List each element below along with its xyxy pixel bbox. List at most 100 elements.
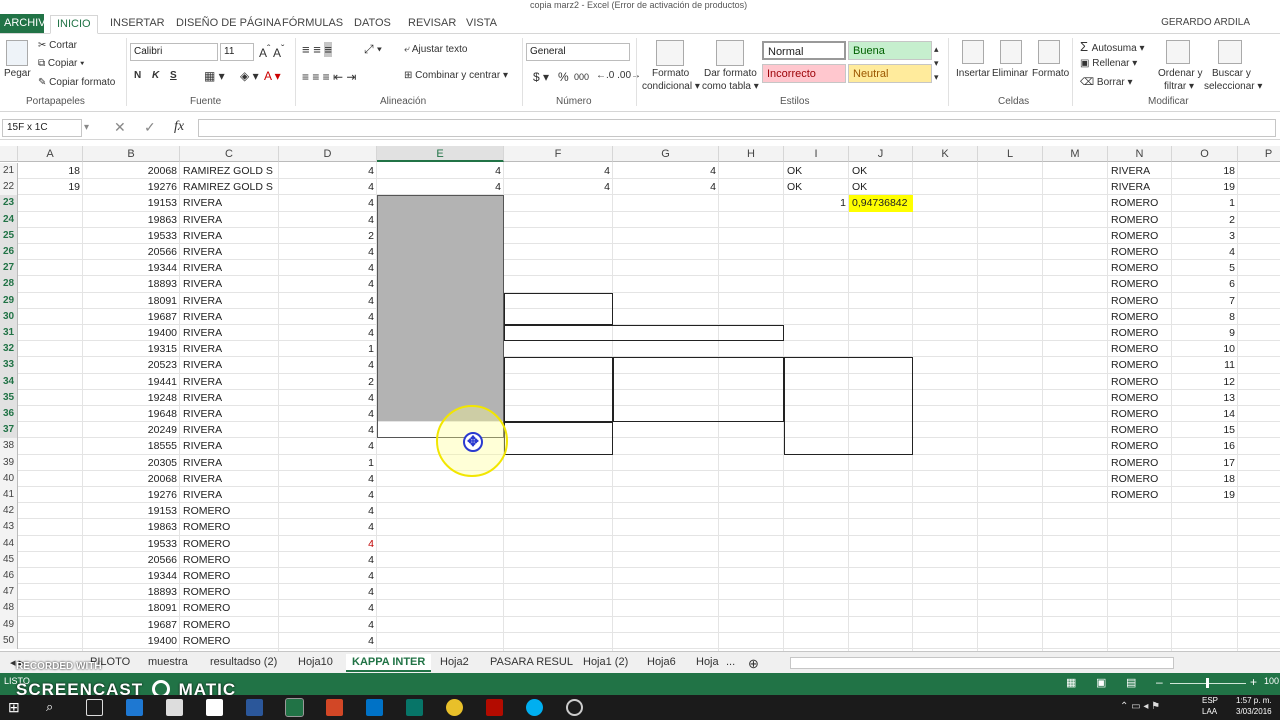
row-header-42[interactable]: 42 (0, 503, 18, 520)
row-header-44[interactable]: 44 (0, 535, 18, 552)
windows-start-icon[interactable]: ⊞ (8, 699, 25, 716)
column-header-g[interactable]: G (613, 146, 719, 162)
column-header-c[interactable]: C (180, 146, 279, 162)
cell-b26[interactable]: 20566 (83, 244, 180, 260)
conditional-format-label[interactable]: condicional ▾ (642, 81, 700, 92)
cell-n24[interactable]: ROMERO (1108, 212, 1172, 228)
tray-icons[interactable]: ⌃ ▭ ◂ ⚑ (1120, 701, 1160, 712)
zoom-out-icon[interactable]: – (1156, 675, 1163, 689)
cell-o37[interactable]: 15 (1172, 422, 1238, 438)
task-view-icon[interactable] (86, 699, 103, 716)
tab-inicio[interactable]: INICIO (50, 15, 98, 34)
cell-f21[interactable]: 4 (504, 163, 613, 179)
cell-c41[interactable]: RIVERA (180, 487, 279, 503)
sort-filter-button[interactable]: Ordenar y (1158, 68, 1202, 79)
cell-b41[interactable]: 19276 (83, 487, 180, 503)
cell-n35[interactable]: ROMERO (1108, 390, 1172, 406)
cell-b37[interactable]: 20249 (83, 422, 180, 438)
currency-button[interactable]: $ ▾ (533, 70, 549, 84)
row-header-46[interactable]: 46 (0, 568, 18, 585)
screencast-icon[interactable] (566, 699, 583, 716)
cell-a22[interactable]: 19 (18, 179, 83, 195)
cell-c48[interactable]: ROMERO (180, 600, 279, 616)
cell-c32[interactable]: RIVERA (180, 341, 279, 357)
cell-b25[interactable]: 19533 (83, 228, 180, 244)
copy-button[interactable]: ⧉ Copiar ▾ (38, 58, 84, 69)
delete-cells-icon[interactable] (1000, 40, 1022, 64)
tab-formulas[interactable]: FÓRMULAS (276, 15, 349, 34)
cell-c30[interactable]: RIVERA (180, 309, 279, 325)
store-icon[interactable] (166, 699, 183, 716)
column-header-k[interactable]: K (913, 146, 978, 162)
style-bad[interactable]: Incorrecto (762, 64, 846, 83)
cell-o41[interactable]: 19 (1172, 487, 1238, 503)
row-header-47[interactable]: 47 (0, 584, 18, 601)
cell-d46[interactable]: 4 (279, 568, 377, 584)
cell-n33[interactable]: ROMERO (1108, 357, 1172, 373)
cell-d28[interactable]: 4 (279, 276, 377, 292)
cell-d22[interactable]: 4 (279, 179, 377, 195)
page-layout-icon[interactable]: ▣ (1096, 676, 1106, 689)
italic-button[interactable]: K (152, 70, 159, 81)
cell-d43[interactable]: 4 (279, 519, 377, 535)
cell-b50[interactable]: 19400 (83, 633, 180, 649)
format-cells-button[interactable]: Formato (1032, 68, 1069, 79)
cell-b28[interactable]: 18893 (83, 276, 180, 292)
chrome-icon[interactable] (446, 699, 463, 716)
cell-o29[interactable]: 7 (1172, 293, 1238, 309)
cell-j22[interactable]: OK (849, 179, 913, 195)
cell-d47[interactable]: 4 (279, 584, 377, 600)
cell-n38[interactable]: ROMERO (1108, 438, 1172, 454)
cell-d50[interactable]: 4 (279, 633, 377, 649)
row-header-48[interactable]: 48 (0, 600, 18, 617)
sheet-tab-hoja2[interactable]: Hoja2 (434, 654, 475, 672)
fill-color-icon[interactable]: ◈ ▾ (240, 69, 259, 83)
cell-d29[interactable]: 4 (279, 293, 377, 309)
table-format-label[interactable]: como tabla ▾ (702, 81, 759, 92)
cell-g22[interactable]: 4 (613, 179, 719, 195)
column-header-a[interactable]: A (18, 146, 83, 162)
cell-f22[interactable]: 4 (504, 179, 613, 195)
zoom-level[interactable]: 100 (1264, 676, 1279, 686)
cell-o21[interactable]: 18 (1172, 163, 1238, 179)
cell-b31[interactable]: 19400 (83, 325, 180, 341)
tab-revisar[interactable]: REVISAR (402, 15, 462, 34)
font-color-icon[interactable]: A ▾ (264, 69, 281, 83)
cell-n41[interactable]: ROMERO (1108, 487, 1172, 503)
cell-j21[interactable]: OK (849, 163, 913, 179)
column-header-p[interactable]: P (1238, 146, 1280, 162)
cell-d44[interactable]: 4 (279, 536, 377, 552)
column-header-j[interactable]: J (849, 146, 913, 162)
cell-d32[interactable]: 1 (279, 341, 377, 357)
row-header-24[interactable]: 24 (0, 211, 18, 228)
zoom-in-icon[interactable]: + (1250, 675, 1257, 689)
cell-c42[interactable]: ROMERO (180, 503, 279, 519)
cell-c21[interactable]: RAMIREZ GOLD S (180, 163, 279, 179)
cell-n28[interactable]: ROMERO (1108, 276, 1172, 292)
cell-o34[interactable]: 12 (1172, 374, 1238, 390)
select-all-corner[interactable] (0, 146, 18, 162)
cell-d42[interactable]: 4 (279, 503, 377, 519)
cell-c24[interactable]: RIVERA (180, 212, 279, 228)
align-top-icon[interactable]: ≡ ≡ ≡ (302, 42, 332, 57)
cell-o35[interactable]: 13 (1172, 390, 1238, 406)
cell-d49[interactable]: 4 (279, 617, 377, 633)
row-header-22[interactable]: 22 (0, 179, 18, 196)
cell-d30[interactable]: 4 (279, 309, 377, 325)
cell-d24[interactable]: 4 (279, 212, 377, 228)
cell-b45[interactable]: 20566 (83, 552, 180, 568)
cell-b42[interactable]: 19153 (83, 503, 180, 519)
cell-c49[interactable]: ROMERO (180, 617, 279, 633)
name-box-dropdown-icon[interactable]: ▾ (84, 122, 89, 133)
cell-n23[interactable]: ROMERO (1108, 195, 1172, 211)
cell-c23[interactable]: RIVERA (180, 195, 279, 211)
format-painter-button[interactable]: ✎ Copiar formato (38, 77, 115, 88)
cell-n26[interactable]: ROMERO (1108, 244, 1172, 260)
orientation-icon[interactable]: ⤢ ▾ (364, 42, 382, 57)
font-size-select[interactable]: 11 (220, 43, 254, 61)
style-normal[interactable]: Normal (762, 41, 846, 60)
cell-c36[interactable]: RIVERA (180, 406, 279, 422)
page-break-icon[interactable]: ▤ (1126, 676, 1136, 689)
cancel-icon[interactable]: ✕ (114, 119, 126, 136)
align-left-icon[interactable]: ≡ ≡ ≡ ⇤ ⇥ (302, 70, 356, 84)
